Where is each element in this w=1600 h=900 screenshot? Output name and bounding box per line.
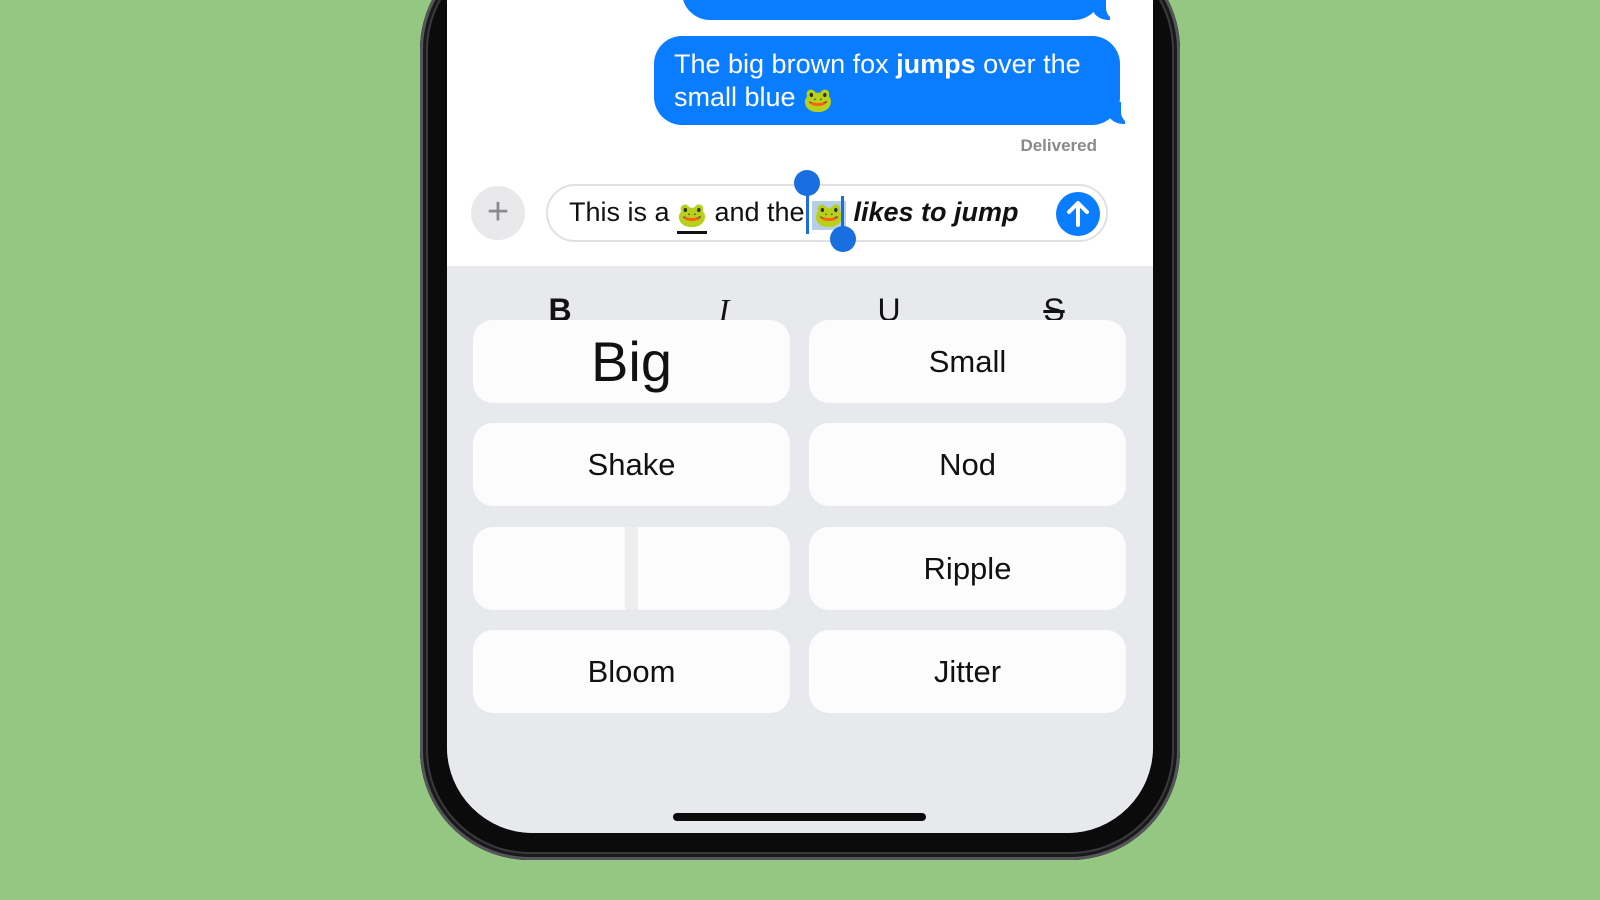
messages-screen: This is a memoji as an emoji. The big br… <box>447 0 1153 833</box>
effect-label: Nod <box>939 447 996 482</box>
selection-handle-end[interactable] <box>830 226 856 252</box>
effect-label: Bloom <box>587 654 676 689</box>
effect-jitter-button[interactable]: Jitter <box>809 630 1126 713</box>
delivered-status: Delivered <box>1020 136 1097 155</box>
effect-label: Ripple <box>923 551 1012 586</box>
effect-bloom-button[interactable]: Bloom <box>473 630 790 713</box>
message-bubble-sent: The big brown fox jumps over the small b… <box>654 36 1120 125</box>
bubble-tail <box>1092 0 1120 20</box>
frog-emoji-underlined: 🐸 <box>677 201 707 234</box>
effect-shake-button[interactable]: Shake <box>473 423 790 506</box>
effect-small-button[interactable]: Small <box>809 320 1126 403</box>
send-button[interactable] <box>1056 192 1100 236</box>
home-indicator[interactable] <box>673 813 926 821</box>
input-text-before: This is a <box>569 197 670 227</box>
effect-label: Shake <box>587 447 676 482</box>
bubble-tail <box>1107 102 1135 124</box>
add-attachment-button[interactable]: + <box>471 186 525 240</box>
effect-label: Big <box>591 330 672 393</box>
effect-label: Small <box>928 344 1007 379</box>
input-text-bold-italic: likes to jump <box>853 197 1019 227</box>
message-text-bold: jumps <box>896 49 976 79</box>
message-input[interactable]: This is a 🐸 and the 🐸 likes to jump <box>546 184 1108 242</box>
effect-ripple-button[interactable]: Ripple <box>809 527 1126 610</box>
plus-icon: + <box>486 191 510 233</box>
message-text-line2: small blue <box>674 82 796 112</box>
message-text-part: over the <box>975 49 1081 79</box>
effect-explode-button[interactable] <box>473 527 790 610</box>
selection-caret-start <box>806 192 809 234</box>
input-text-middle: and the <box>714 197 805 227</box>
effect-nod-button[interactable]: Nod <box>809 423 1126 506</box>
message-bubble-previous: This is a memoji as an emoji. <box>682 0 1102 20</box>
effect-label: Jitter <box>933 654 1002 689</box>
message-text-part: The big brown fox <box>674 49 897 79</box>
message-input-text[interactable]: This is a 🐸 and the 🐸 likes to jump <box>569 197 1019 234</box>
text-effects-panel: B I U S Big Small Shake Nod Ripple Bloom… <box>447 266 1153 833</box>
effect-big-button[interactable]: Big <box>473 320 790 403</box>
frog-emoji: 🐸 <box>803 87 833 114</box>
arrow-up-icon <box>1067 201 1089 227</box>
